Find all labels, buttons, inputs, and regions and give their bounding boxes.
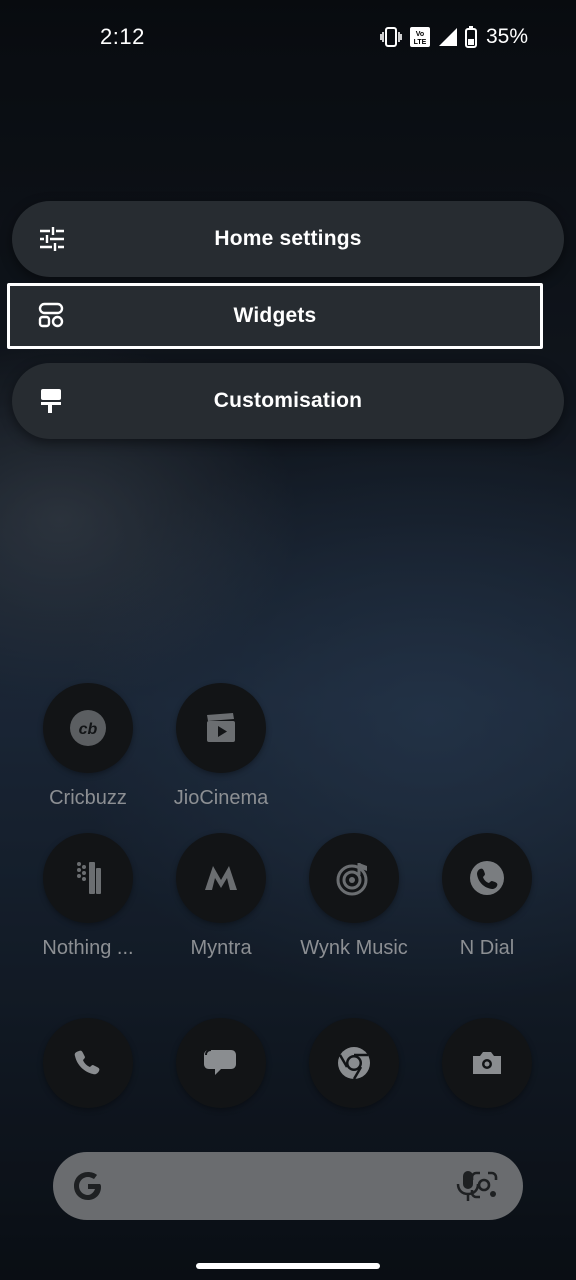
app-n-dial[interactable]: N Dial [422,833,552,960]
status-time: 2:12 [100,24,145,49]
customisation-label: Customisation [213,389,363,412]
app-nothing[interactable]: Nothing ... [23,833,153,960]
app-icon-circle: cb [43,683,133,773]
jiocinema-icon [207,713,235,742]
dock-phone[interactable] [23,1018,153,1108]
messages-icon [204,1049,236,1075]
home-settings-label: Home settings [214,227,362,250]
app-label: Nothing ... [42,937,134,959]
app-label: Myntra [190,937,252,959]
app-icon-circle [309,1018,399,1108]
camera-icon [473,1052,501,1074]
nothing-icon [77,862,101,894]
app-icon-circle [43,833,133,923]
app-label: JioCinema [173,787,269,809]
dock-messages[interactable] [156,1018,286,1108]
chrome-icon [338,1047,370,1080]
n-dial-icon [470,861,504,895]
paint-roller-icon [41,389,61,413]
app-label: Wynk Music [300,937,408,959]
dock-chrome[interactable] [289,1018,419,1108]
wynk-music-icon [336,863,368,896]
status-bar: 2:12 Vo LTE 35% [0,0,576,72]
myntra-icon [205,866,237,890]
app-icon-circle [442,1018,532,1108]
status-icons: Vo LTE 35% [380,24,528,50]
vibrate-icon [380,27,402,47]
phone-icon [74,1050,100,1075]
google-icon [74,1172,101,1200]
battery-icon [464,26,477,48]
widgets-label: Widgets [233,304,317,327]
app-myntra[interactable]: Myntra [156,833,286,960]
dock-camera[interactable] [422,1018,552,1108]
app-icon-circle [43,1018,133,1108]
app-wynk-music[interactable]: Wynk Music [289,833,419,960]
widgets-button[interactable]: Widgets [7,283,543,349]
svg-text:LTE: LTE [414,39,427,46]
app-icon-circle [309,833,399,923]
app-icon-circle [176,833,266,923]
signal-icon [438,28,457,46]
sliders-icon [40,227,64,251]
customisation-button[interactable]: Customisation [12,363,564,439]
widgets-icon [38,302,64,328]
lens-icon[interactable] [468,1169,500,1201]
app-icon-circle [442,833,532,923]
app-label: Cricbuzz [49,787,127,809]
svg-text:Vo: Vo [416,31,424,38]
app-label: N Dial [459,937,515,959]
app-jiocinema[interactable]: JioCinema [156,683,286,810]
svg-text:cb: cb [79,721,98,738]
battery-percent: 35% [485,25,528,48]
app-icon-circle [176,1018,266,1108]
cricbuzz-icon: cb [70,710,106,746]
app-cricbuzz[interactable]: cb Cricbuzz [23,683,153,810]
app-icon-circle [176,683,266,773]
google-search-bar[interactable] [53,1152,523,1220]
navigation-handle[interactable] [196,1263,380,1269]
home-settings-button[interactable]: Home settings [12,201,564,277]
volte-icon: Vo LTE [409,27,430,47]
